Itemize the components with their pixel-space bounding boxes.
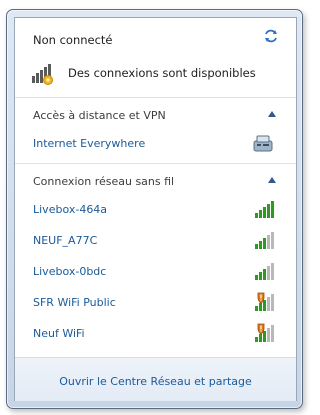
section-title-vpn: Accès à distance et VPN xyxy=(33,109,166,122)
wifi-network-label: Livebox-464a xyxy=(33,203,108,216)
chevron-up-icon[interactable] xyxy=(268,177,276,183)
refresh-arrows-icon[interactable] xyxy=(263,28,279,44)
divider xyxy=(15,163,296,164)
connection-status-header: Non connecté Des connexions sont disponi… xyxy=(15,18,296,97)
wifi-network-label: Neuf WiFi xyxy=(33,327,85,340)
wifi-signal-icon xyxy=(255,201,274,218)
connection-status-title: Non connecté xyxy=(33,33,113,47)
wifi-network-neuf-a77c[interactable]: NEUF_A77C xyxy=(15,228,296,252)
divider xyxy=(15,97,296,98)
wifi-signal-unsecured-icon xyxy=(255,292,274,311)
chevron-up-icon[interactable] xyxy=(268,111,276,117)
wifi-signal-unsecured-icon xyxy=(255,323,274,342)
vpn-item-label: Internet Everywhere xyxy=(33,137,146,150)
wifi-network-neuf-wifi[interactable]: Neuf WiFi xyxy=(15,321,296,345)
wifi-network-livebox-0bdc[interactable]: Livebox-0bdc xyxy=(15,259,296,283)
network-available-icon xyxy=(32,64,53,85)
wifi-network-label: Livebox-0bdc xyxy=(33,265,107,278)
status-text: Des connexions sont disponibles xyxy=(68,66,256,80)
wifi-network-label: SFR WiFi Public xyxy=(33,296,116,309)
section-title-wireless: Connexion réseau sans fil xyxy=(33,175,175,188)
network-popup: Non connecté Des connexions sont disponi… xyxy=(14,17,297,401)
wifi-network-label: NEUF_A77C xyxy=(33,234,98,247)
footer: Ouvrir le Centre Réseau et partage xyxy=(15,357,296,401)
open-network-center-link[interactable]: Ouvrir le Centre Réseau et partage xyxy=(15,375,296,388)
wifi-network-livebox-464a[interactable]: Livebox-464a xyxy=(15,197,296,221)
section-header-wireless[interactable]: Connexion réseau sans fil xyxy=(15,169,296,193)
dialup-modem-icon xyxy=(253,135,273,152)
wifi-signal-icon xyxy=(255,263,274,280)
vpn-item-internet-everywhere[interactable]: Internet Everywhere xyxy=(15,131,296,155)
section-header-vpn[interactable]: Accès à distance et VPN xyxy=(15,103,296,127)
wifi-network-sfr-wifi-public[interactable]: SFR WiFi Public xyxy=(15,290,296,314)
wifi-signal-icon xyxy=(255,232,274,249)
